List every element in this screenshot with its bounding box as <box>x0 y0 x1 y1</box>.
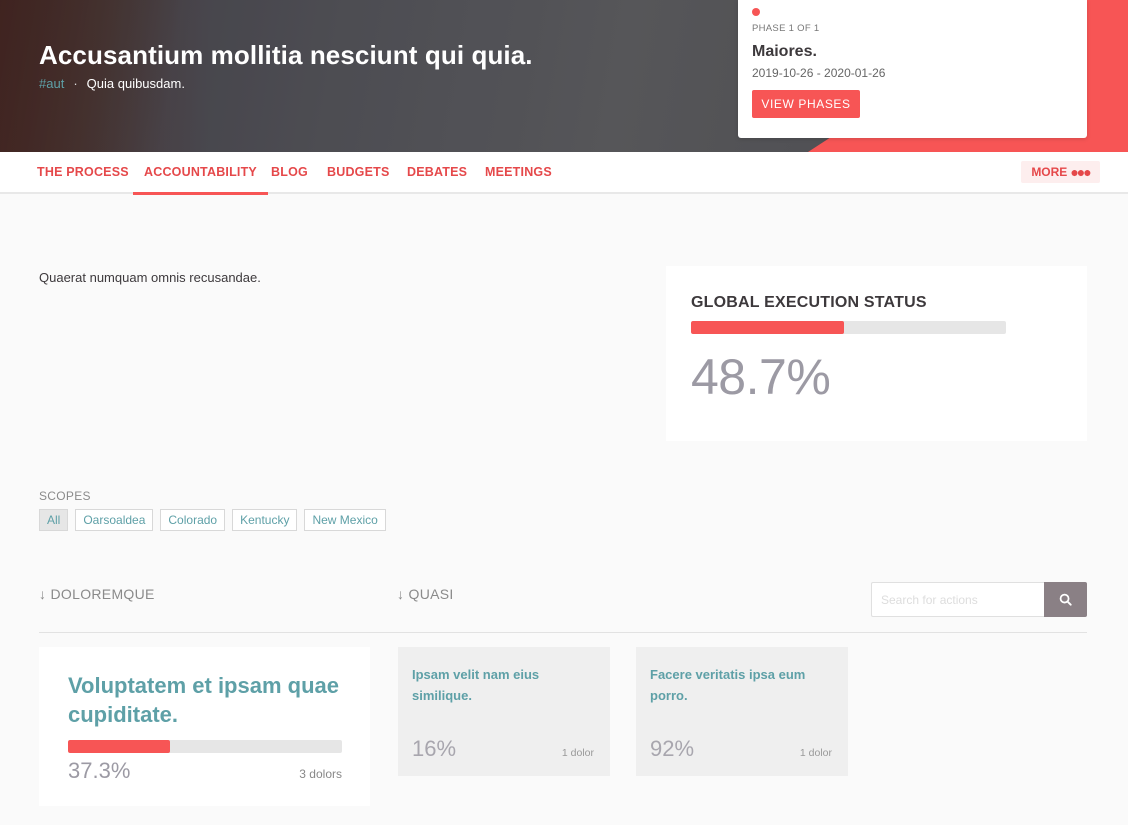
separator: · <box>73 76 78 91</box>
result-progress-bar <box>68 740 342 753</box>
process-nav: THE PROCESS ACCOUNTABILITY BLOG BUDGETS … <box>0 152 1128 195</box>
results-divider <box>39 632 1087 633</box>
sort-quasi[interactable]: ↓ QUASI <box>397 586 454 602</box>
more-button[interactable]: MORE ●●● <box>1021 161 1100 183</box>
more-dots-icon: ●●● <box>1070 164 1091 180</box>
result-footer: 16% 1 dolor <box>412 736 594 762</box>
arrow-down-icon: ↓ <box>39 586 47 602</box>
view-phases-button[interactable]: VIEW PHASES <box>752 90 860 118</box>
phase-name: Maiores. <box>752 43 817 60</box>
scopes-label: SCOPES <box>39 489 91 503</box>
sort-quasi-label: QUASI <box>408 586 454 602</box>
scope-colorado[interactable]: Colorado <box>160 509 226 531</box>
tab-meetings[interactable]: MEETINGS <box>485 152 552 192</box>
component-description: Quaerat numquam omnis recusandae. <box>39 270 261 285</box>
result-title[interactable]: Ipsam velit nam eius similique. <box>412 664 596 706</box>
result-footer: 37.3% 3 dolors <box>68 758 342 784</box>
tab-blog[interactable]: BLOG <box>271 152 308 192</box>
global-execution-status: GLOBAL EXECUTION STATUS 48.7% <box>666 266 1087 441</box>
result-percent: 92% <box>650 736 695 761</box>
tab-accountability[interactable]: ACCOUNTABILITY <box>133 152 268 195</box>
result-title[interactable]: Facere veritatis ipsa eum porro. <box>650 664 834 706</box>
sort-doloremque[interactable]: ↓ DOLOREMQUE <box>39 586 155 602</box>
global-status-percent: 48.7% <box>691 349 831 405</box>
scope-kentucky[interactable]: Kentucky <box>232 509 298 531</box>
result-card[interactable]: Facere veritatis ipsa eum porro. 92% 1 d… <box>636 647 848 776</box>
phase-card: PHASE 1 OF 1 Maiores. 2019-10-26 - 2020-… <box>738 0 1087 138</box>
result-percent: 16% <box>412 736 457 761</box>
hero-subtitle-text: Quia quibusdam. <box>86 76 185 91</box>
phase-dates: 2019-10-26 - 2020-01-26 <box>752 66 886 80</box>
action-search <box>871 582 1087 617</box>
scope-oarsoaldea[interactable]: Oarsoaldea <box>75 509 154 531</box>
scope-filters: All Oarsoaldea Colorado Kentucky New Mex… <box>39 509 386 531</box>
hashtag-link[interactable]: #aut <box>39 76 64 91</box>
search-button[interactable] <box>1044 582 1087 617</box>
result-percent: 37.3% <box>68 758 131 783</box>
tab-the-process[interactable]: THE PROCESS <box>37 152 129 192</box>
hero-subtitle: #aut · Quia quibusdam. <box>39 76 185 91</box>
more-label: MORE <box>1031 165 1068 179</box>
search-icon <box>1059 593 1072 606</box>
arrow-down-icon: ↓ <box>397 586 405 602</box>
process-title: Accusantium mollitia nesciunt qui quia. <box>39 40 533 70</box>
sort-doloremque-label: DOLOREMQUE <box>50 586 155 602</box>
tab-budgets[interactable]: BUDGETS <box>327 152 390 192</box>
tab-debates[interactable]: DEBATES <box>407 152 467 192</box>
result-footer: 92% 1 dolor <box>650 736 832 762</box>
result-count: 3 dolors <box>299 767 342 781</box>
result-count: 1 dolor <box>561 747 594 759</box>
global-progress-fill <box>691 321 845 334</box>
search-input[interactable] <box>871 582 1044 617</box>
result-card[interactable]: Ipsam velit nam eius similique. 16% 1 do… <box>398 647 610 776</box>
global-status-title: GLOBAL EXECUTION STATUS <box>691 294 927 311</box>
scope-new-mexico[interactable]: New Mexico <box>304 509 386 531</box>
scope-all[interactable]: All <box>39 509 69 531</box>
result-card-primary[interactable]: Voluptatem et ipsam quae cupiditate. 37.… <box>39 647 370 806</box>
result-count: 1 dolor <box>799 747 832 759</box>
result-title[interactable]: Voluptatem et ipsam quae cupiditate. <box>68 671 342 729</box>
global-progress-bar <box>691 321 1006 334</box>
phase-status-dot-icon <box>752 8 760 16</box>
result-progress-fill <box>68 740 171 753</box>
phase-label: PHASE 1 OF 1 <box>752 23 820 34</box>
